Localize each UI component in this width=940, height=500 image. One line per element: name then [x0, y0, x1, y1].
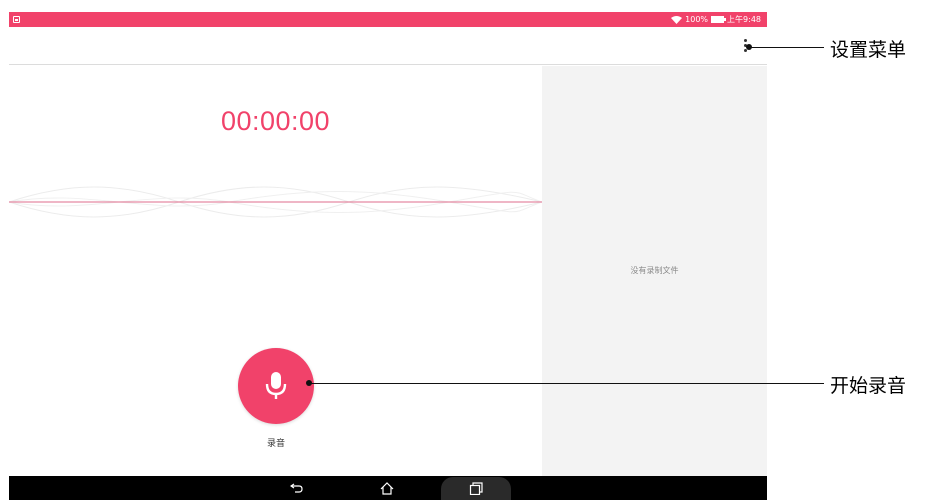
start-record-button[interactable] [238, 348, 314, 424]
menu-dot [744, 39, 747, 42]
back-button[interactable] [285, 476, 309, 500]
recorder-pane: 00:00:00 录音 [9, 66, 542, 476]
status-indicators: 100% 上午9:48 [671, 12, 761, 27]
wifi-icon [671, 15, 683, 24]
battery-percent: 100% [685, 15, 709, 24]
record-callout-label: 开始录音 [830, 375, 907, 397]
home-icon [380, 481, 394, 495]
home-button[interactable] [375, 476, 399, 500]
back-icon [290, 483, 303, 493]
recent-apps-icon [469, 482, 483, 495]
status-time: 上午9:48 [727, 15, 761, 24]
waveform-display [9, 186, 542, 218]
recording-timer: 00:00:00 [220, 106, 331, 136]
menu-callout-line [750, 47, 824, 48]
device-screen: 100% 上午9:48 00:00:00 录音 没有录制文件 [9, 12, 767, 500]
navigation-bar [9, 476, 767, 500]
recent-apps-button[interactable] [441, 477, 511, 500]
menu-callout-label: 设置菜单 [830, 39, 907, 61]
recordings-list-pane: 没有录制文件 [542, 66, 767, 476]
gallery-notification-icon [13, 16, 20, 23]
status-bar: 100% 上午9:48 [9, 12, 767, 27]
record-button-label: 录音 [266, 439, 285, 449]
empty-list-message: 没有录制文件 [630, 266, 679, 275]
battery-icon [711, 16, 727, 23]
microphone-icon [265, 372, 287, 399]
record-callout-line [310, 383, 824, 384]
app-bar [9, 27, 767, 65]
